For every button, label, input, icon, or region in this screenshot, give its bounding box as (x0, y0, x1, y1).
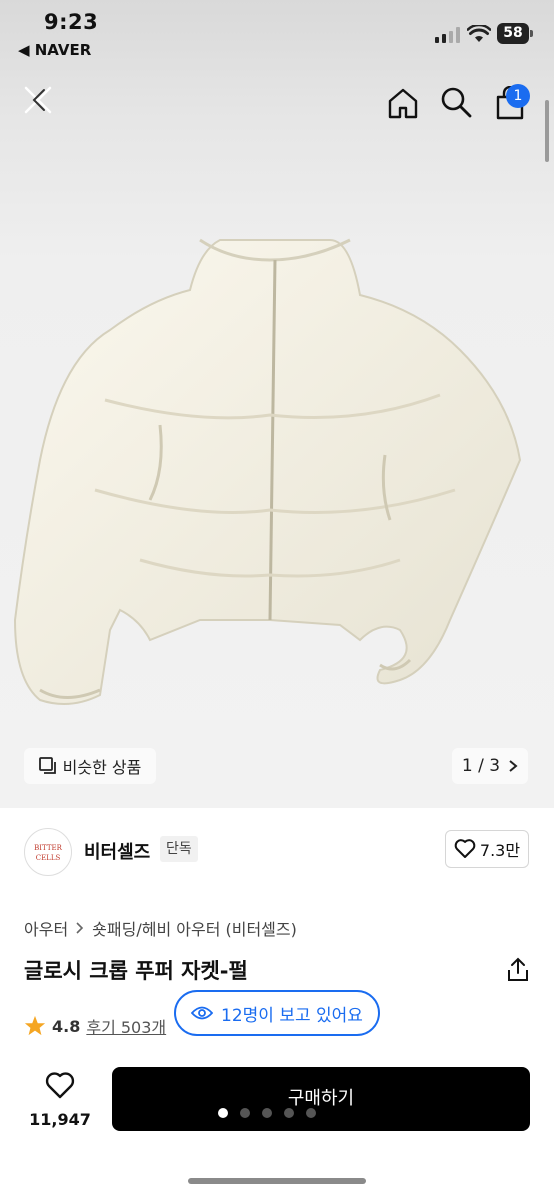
home-indicator[interactable] (188, 1178, 366, 1184)
star-icon (24, 1015, 46, 1036)
rating-row: 4.8 후기 503개 (24, 1014, 166, 1038)
home-icon[interactable] (386, 86, 420, 120)
buy-button[interactable]: 구매하기 (112, 1067, 530, 1131)
scrollbar (545, 100, 549, 162)
brand-row: BITTER CELLS 비터셀즈 단독 7.3만 (0, 826, 554, 876)
breadcrumb-outer[interactable]: 아우터 (24, 916, 68, 940)
similar-products-label: 비슷한 상품 (62, 758, 142, 777)
similar-products-button[interactable]: 비슷한 상품 (24, 748, 156, 784)
cellular-signal-icon (435, 27, 460, 43)
wishlist-button[interactable]: 11,947 (24, 1068, 96, 1130)
eye-icon (191, 1006, 214, 1020)
exclusive-tag: 단독 (160, 836, 198, 862)
wifi-icon (467, 25, 491, 42)
search-icon[interactable] (440, 86, 472, 118)
battery-indicator: 58 (497, 23, 533, 44)
title-row: 글로시 크롭 푸퍼 자켓-펄 (24, 955, 530, 989)
brand-name[interactable]: 비터셀즈 (84, 838, 150, 864)
product-image-puffer-jacket[interactable] (0, 200, 554, 760)
chevron-right-icon (76, 922, 84, 934)
breadcrumb-category[interactable]: 숏패딩/헤비 아우터 (비터셀즈) (92, 916, 297, 940)
wishlist-count: 11,947 (29, 1110, 91, 1129)
page-dot (306, 1108, 316, 1118)
status-bar: 9:23 ◀ NAVER 58 (0, 0, 554, 70)
share-icon[interactable] (506, 957, 530, 983)
page-dot (284, 1108, 294, 1118)
image-pager-button[interactable]: 1 / 3 (452, 748, 528, 784)
product-title: 글로시 크롭 푸퍼 자켓-펄 (24, 959, 248, 983)
page-dot (218, 1108, 228, 1118)
brand-like-count: 7.3만 (479, 841, 521, 860)
page-dot (240, 1108, 250, 1118)
viewers-text: 12명이 보고 있어요 (221, 1005, 363, 1026)
viewers-count-pill: 12명이 보고 있어요 (174, 990, 380, 1036)
reviews-link[interactable]: 후기 503개 (86, 1014, 166, 1038)
heart-icon (45, 1072, 75, 1099)
copy-icon (38, 757, 56, 774)
cart-count-badge: 1 (506, 84, 530, 108)
rating-value: 4.8 (52, 1016, 81, 1036)
chevron-right-icon (509, 760, 518, 772)
breadcrumb: 아우터 숏패딩/헤비 아우터 (비터셀즈) (24, 916, 297, 940)
close-icon[interactable] (22, 84, 54, 116)
page-dot (262, 1108, 272, 1118)
status-time: 9:23 (44, 10, 99, 34)
heart-icon (454, 839, 476, 858)
image-page-indicator: 1 / 3 (461, 756, 501, 776)
brand-logo[interactable]: BITTER CELLS (24, 828, 72, 876)
page-dots (218, 1108, 316, 1118)
brand-like-button[interactable]: 7.3만 (445, 830, 529, 868)
product-gallery[interactable]: 9:23 ◀ NAVER 58 1 비슷한 상품 1 / 3 (0, 0, 554, 808)
back-to-app-link[interactable]: ◀ NAVER (18, 41, 91, 59)
